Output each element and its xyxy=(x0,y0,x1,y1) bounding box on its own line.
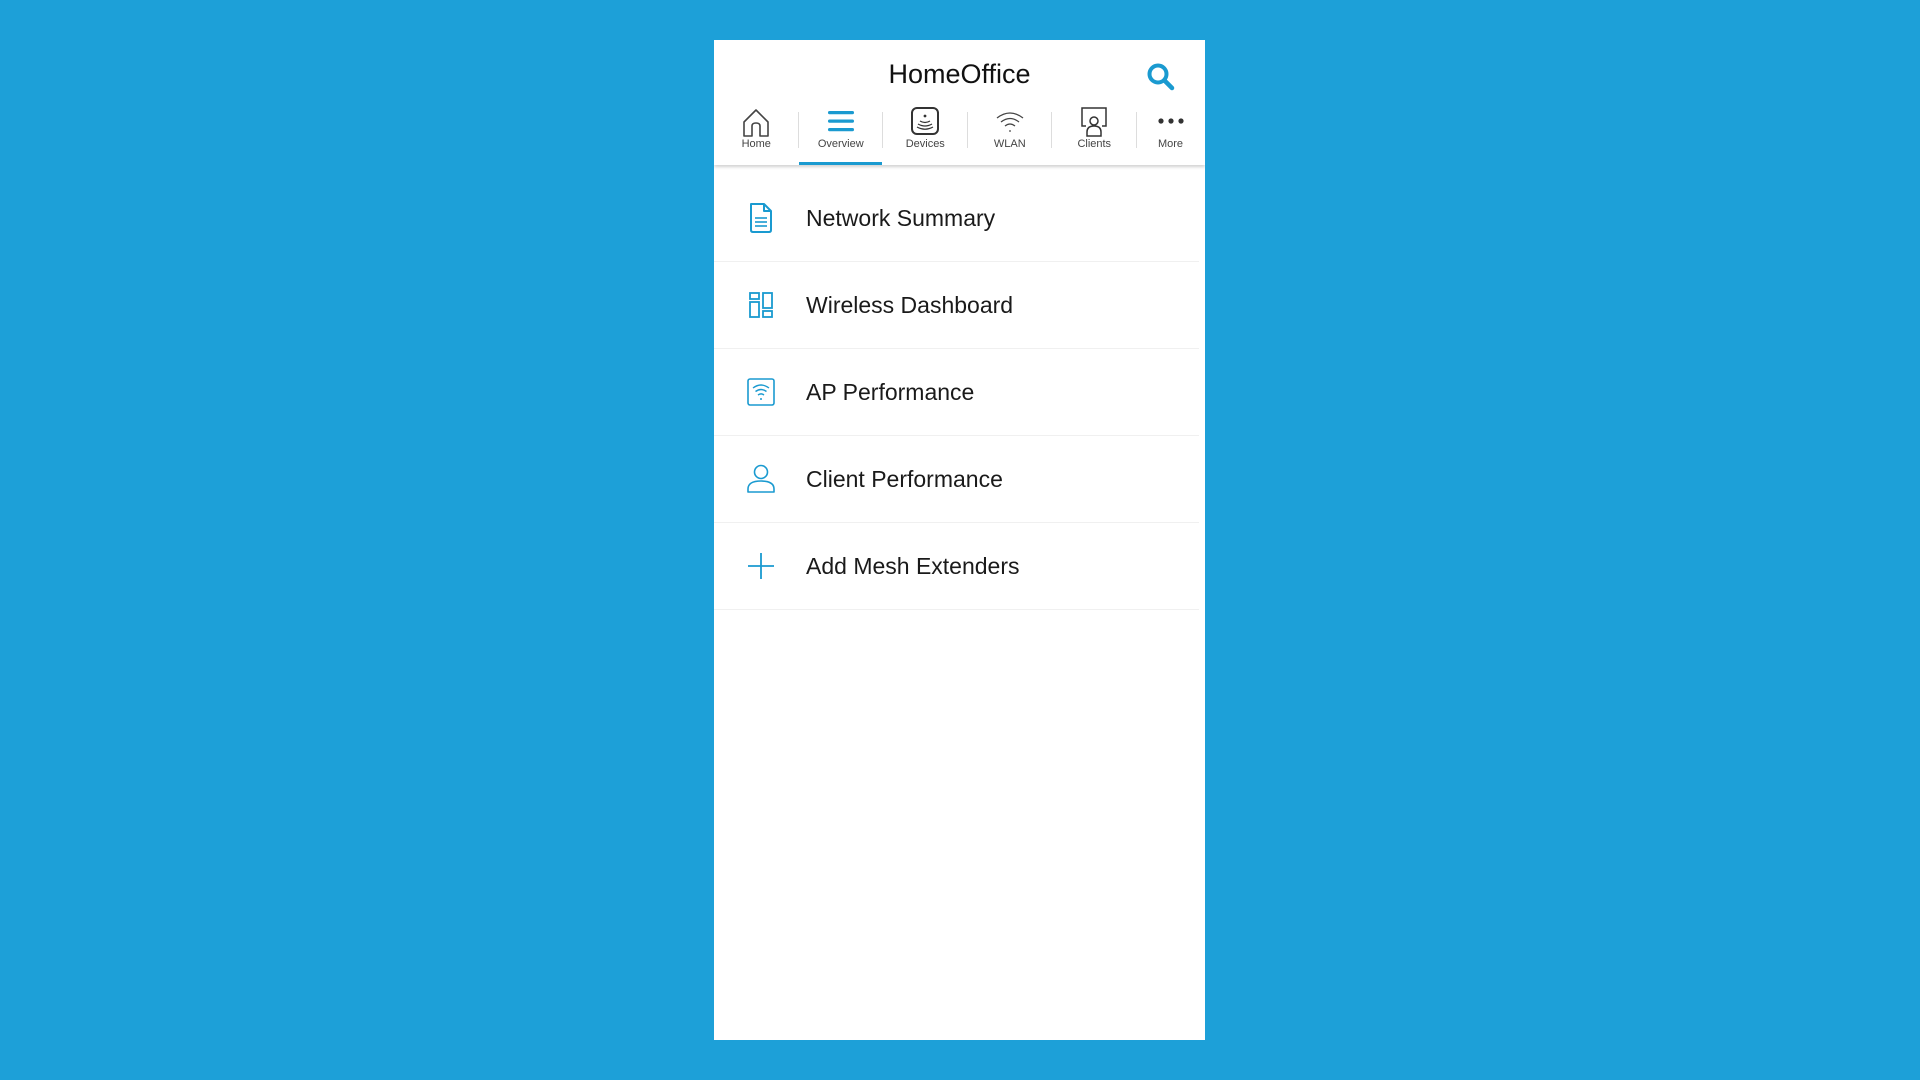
menu-item-ap-performance[interactable]: AP Performance xyxy=(714,349,1199,436)
active-tab-indicator xyxy=(798,162,882,165)
menu-item-label: Wireless Dashboard xyxy=(806,292,1014,318)
menu-icon xyxy=(827,111,854,132)
client-icon xyxy=(1081,107,1107,137)
app-panel: HomeOffice Home Overview Devices WLAN Cl… xyxy=(714,40,1205,1040)
menu-item-add-mesh-extenders[interactable]: Add Mesh Extenders xyxy=(714,523,1199,610)
menu-item-label: Client Performance xyxy=(806,466,1003,492)
tab-devices[interactable]: Devices xyxy=(883,98,968,165)
page-title: HomeOffice xyxy=(888,59,1031,89)
tab-label: Overview xyxy=(817,138,864,150)
tab-bar: Home Overview Devices WLAN Clients More xyxy=(714,98,1205,165)
document-icon xyxy=(750,203,772,233)
search-icon xyxy=(1147,63,1175,91)
menu-item-label: AP Performance xyxy=(806,379,975,405)
user-icon xyxy=(747,464,775,493)
menu-item-network-summary[interactable]: Network Summary xyxy=(714,175,1199,262)
menu-item-label: Network Summary xyxy=(806,205,996,231)
tab-wlan[interactable]: WLAN xyxy=(968,98,1052,165)
tab-label: Home xyxy=(741,138,771,150)
access-point-icon xyxy=(747,378,775,406)
tab-overview[interactable]: Overview xyxy=(798,98,883,165)
menu-item-wireless-dashboard[interactable]: Wireless Dashboard xyxy=(714,262,1199,349)
overview-menu: Network Summary Wireless Dashboard AP Pe… xyxy=(714,175,1205,610)
tab-clients[interactable]: Clients xyxy=(1052,98,1137,165)
home-icon xyxy=(743,109,770,137)
tab-label: Clients xyxy=(1077,138,1112,150)
dashboard-icon xyxy=(749,292,773,318)
tab-label: WLAN xyxy=(993,138,1026,150)
tab-home[interactable]: Home xyxy=(714,98,799,165)
tab-label: Devices xyxy=(905,138,945,150)
app-header: HomeOffice Home Overview Devices WLAN Cl… xyxy=(714,40,1205,165)
menu-item-client-performance[interactable]: Client Performance xyxy=(714,436,1199,523)
device-icon xyxy=(911,107,940,135)
menu-item-label: Add Mesh Extenders xyxy=(806,553,1020,579)
wifi-icon xyxy=(996,112,1024,132)
plus-icon xyxy=(748,553,774,579)
more-icon xyxy=(1157,118,1184,124)
tab-label: More xyxy=(1157,138,1184,150)
search-button[interactable] xyxy=(1144,60,1178,94)
tab-more[interactable]: More xyxy=(1137,98,1205,165)
